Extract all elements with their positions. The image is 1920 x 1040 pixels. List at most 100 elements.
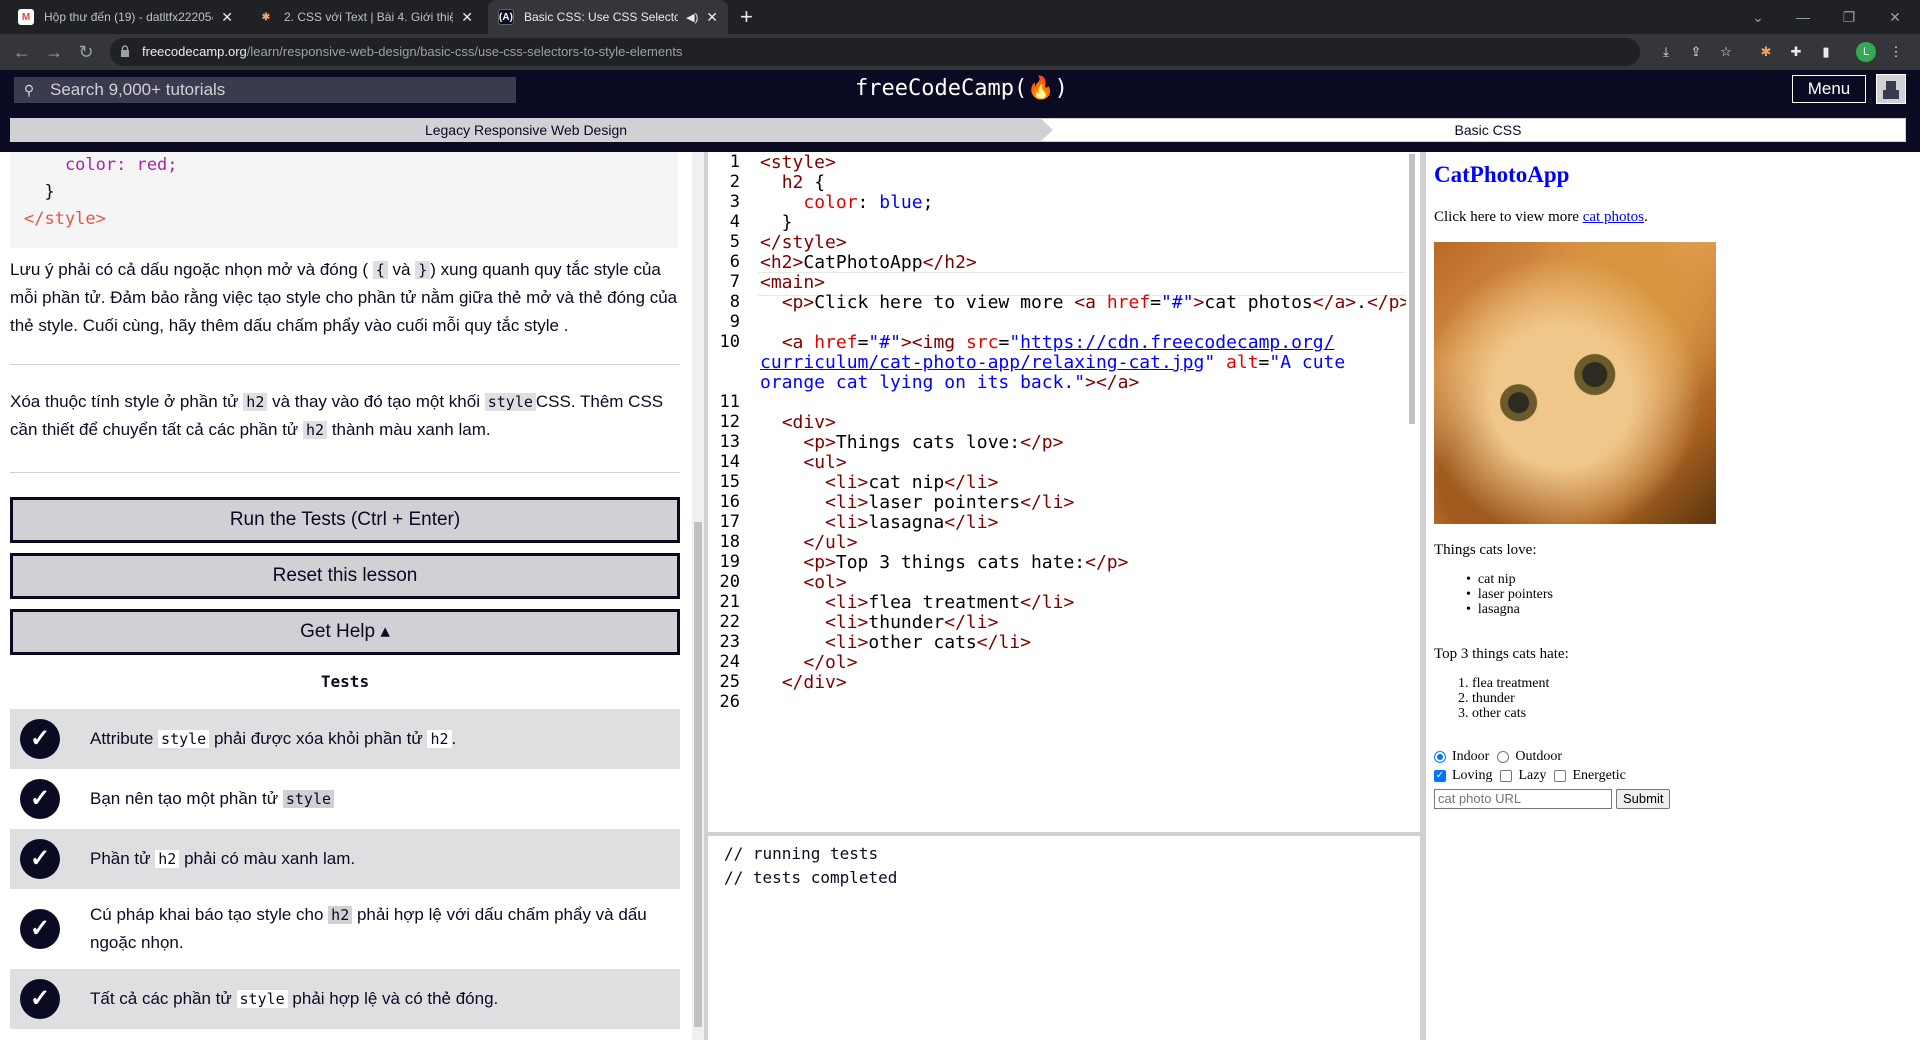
menu-button[interactable]: Menu <box>1792 75 1866 103</box>
close-window-icon[interactable]: ✕ <box>1872 0 1918 34</box>
line-number: 22 <box>719 612 740 632</box>
line-number: 16 <box>719 492 740 512</box>
tab-freecodecamp[interactable]: (A) Basic CSS: Use CSS Selectors ◀) ✕ <box>488 0 728 34</box>
divider <box>10 472 680 473</box>
line-number: 17 <box>719 512 740 532</box>
instructions-panel: color: red; } </style> Lưu ý phải có cả d… <box>0 152 692 1040</box>
outdoor-radio[interactable] <box>1497 751 1510 763</box>
hate-heading: Top 3 things cats hate: <box>1434 646 1569 662</box>
code-line: <li>laser pointers</li> <box>825 492 1075 513</box>
line-number: 14 <box>719 452 740 472</box>
scrollbar-thumb[interactable] <box>1409 154 1415 424</box>
cat-photo-image[interactable] <box>1434 242 1716 524</box>
code-line: color: red; <box>24 155 178 175</box>
code-line: color: blue; <box>803 192 934 213</box>
line-number: 20 <box>719 572 740 592</box>
extension-icon[interactable]: ✱ <box>1756 42 1776 62</box>
user-avatar[interactable] <box>1876 74 1906 104</box>
install-icon[interactable]: ⤓ <box>1656 42 1676 62</box>
search-input[interactable]: Search 9,000+ tutorials <box>50 80 225 100</box>
get-help-button[interactable]: Get Help ▴ <box>10 609 680 655</box>
test-item: ✓ Attribute style phải được xóa khỏi phầ… <box>10 709 680 769</box>
energetic-checkbox[interactable] <box>1554 770 1567 782</box>
line-number: 8 <box>729 292 740 312</box>
address-bar: ← → ↻ freecodecamp.org/learn/responsive-… <box>0 34 1920 70</box>
forward-icon[interactable]: → <box>42 40 66 64</box>
tab-gmail[interactable]: M Hộp thư đến (19) - datltfx22205@ ✕ <box>8 0 243 34</box>
line-number: 23 <box>719 632 740 652</box>
more-menu-icon[interactable]: ⋮ <box>1886 42 1906 62</box>
submit-button[interactable]: Submit <box>1616 789 1671 809</box>
love-heading: Things cats love: <box>1434 542 1537 558</box>
bookmark-star-icon[interactable]: ☆ <box>1716 42 1736 62</box>
speaker-icon[interactable]: ◀) <box>686 11 698 24</box>
code-editor[interactable]: 1 2 3 4 5 6 7 8 9 10 11 12 13 14 15 16 17 18 19 20 21 22 23 24 2… <box>708 152 1420 832</box>
checkbox-row: ✓ Loving Lazy Energetic <box>1430 768 1626 784</box>
line-number: 6 <box>729 252 740 272</box>
line-number: 9 <box>729 312 740 332</box>
freecodecamp-icon: (A) <box>498 9 514 25</box>
close-icon[interactable]: ✕ <box>706 9 718 26</box>
cat-photos-link[interactable]: cat photos <box>1583 209 1644 225</box>
fcc-navbar: ⚲ Search 9,000+ tutorials freeCodeCamp(🔥… <box>0 70 1920 108</box>
restore-icon[interactable]: ❐ <box>1826 0 1872 34</box>
check-icon: ✓ <box>20 719 60 759</box>
scrollbar-thumb[interactable] <box>694 522 702 1027</box>
reset-lesson-button[interactable]: Reset this lesson <box>10 553 680 599</box>
loving-checkbox[interactable]: ✓ <box>1434 770 1446 782</box>
code-line: <li>lasagna</li> <box>825 512 999 533</box>
line-number: 24 <box>719 652 740 672</box>
profile-avatar[interactable]: L <box>1856 42 1876 62</box>
url-form: cat photo URL Submit <box>1434 789 1671 809</box>
tab-search-icon[interactable]: ⌄ <box>1735 0 1781 34</box>
line-number: 4 <box>729 212 740 232</box>
sidepanel-icon[interactable]: ▮ <box>1816 42 1836 62</box>
search-bar[interactable]: ⚲ Search 9,000+ tutorials <box>14 77 516 103</box>
close-icon[interactable]: ✕ <box>461 9 473 26</box>
list-item: • cat nip <box>1466 572 1516 587</box>
code-line: <h2>CatPhotoApp</h2> <box>760 252 977 273</box>
code-line: orange cat lying on its back."></a> <box>760 372 1140 393</box>
checkbox-label: Loving <box>1452 768 1493 783</box>
breadcrumb-block[interactable]: Basic CSS <box>1071 119 1905 141</box>
check-icon: ✓ <box>20 839 60 879</box>
line-number: 13 <box>719 432 740 452</box>
output-console: // running tests // tests completed <box>708 832 1420 1040</box>
url-field[interactable]: freecodecamp.org/learn/responsive-web-de… <box>110 38 1640 66</box>
new-tab-icon[interactable]: + <box>740 4 753 30</box>
line-number: 3 <box>729 192 740 212</box>
test-item: ✓ Tất cả các phần tử style phải hợp lệ v… <box>10 969 680 1029</box>
tab-course[interactable]: ✱ 2. CSS với Text | Bài 4. Giới thiệu v … <box>248 0 483 34</box>
example-code-block: color: red; } </style> <box>10 152 678 248</box>
puzzle-icon[interactable]: ✚ <box>1786 42 1806 62</box>
list-item: 3. other cats <box>1458 706 1527 721</box>
code-line: <p>Things cats love:</p> <box>803 432 1064 453</box>
line-number: 19 <box>719 552 740 572</box>
fcc-logo[interactable]: freeCodeCamp(🔥) <box>855 76 1068 101</box>
checkbox-label: Energetic <box>1572 768 1626 783</box>
list-item: • laser pointers <box>1466 587 1553 602</box>
breadcrumb-arrow <box>1041 119 1053 141</box>
minimize-icon[interactable]: — <box>1780 0 1826 34</box>
run-tests-button[interactable]: Run the Tests (Ctrl + Enter) <box>10 497 680 543</box>
close-icon[interactable]: ✕ <box>221 9 233 26</box>
reload-icon[interactable]: ↻ <box>74 40 98 64</box>
line-number: 21 <box>719 592 740 612</box>
checkbox-label: Lazy <box>1518 768 1547 783</box>
breadcrumb-superblock[interactable]: Legacy Responsive Web Design <box>11 119 1041 141</box>
back-icon[interactable]: ← <box>10 40 34 64</box>
code-line: </ul> <box>803 532 858 553</box>
cat-photo-url-input[interactable]: cat photo URL <box>1434 789 1612 809</box>
line-number: 2 <box>729 172 740 192</box>
line-number: 10 <box>719 332 740 352</box>
lazy-checkbox[interactable] <box>1500 770 1513 782</box>
tab-title: Basic CSS: Use CSS Selectors <box>524 10 679 24</box>
preview-intro: Click here to view more cat photos. <box>1434 209 1648 225</box>
code-line: } <box>760 212 793 233</box>
editor-scrollbar[interactable] <box>1406 152 1418 832</box>
line-number: 5 <box>729 232 740 252</box>
instructions-scrollbar[interactable] <box>692 152 704 1040</box>
share-icon[interactable]: ⇪ <box>1686 42 1706 62</box>
indoor-radio[interactable] <box>1434 751 1446 763</box>
tab-title: 2. CSS với Text | Bài 4. Giới thiệu v <box>284 10 454 24</box>
